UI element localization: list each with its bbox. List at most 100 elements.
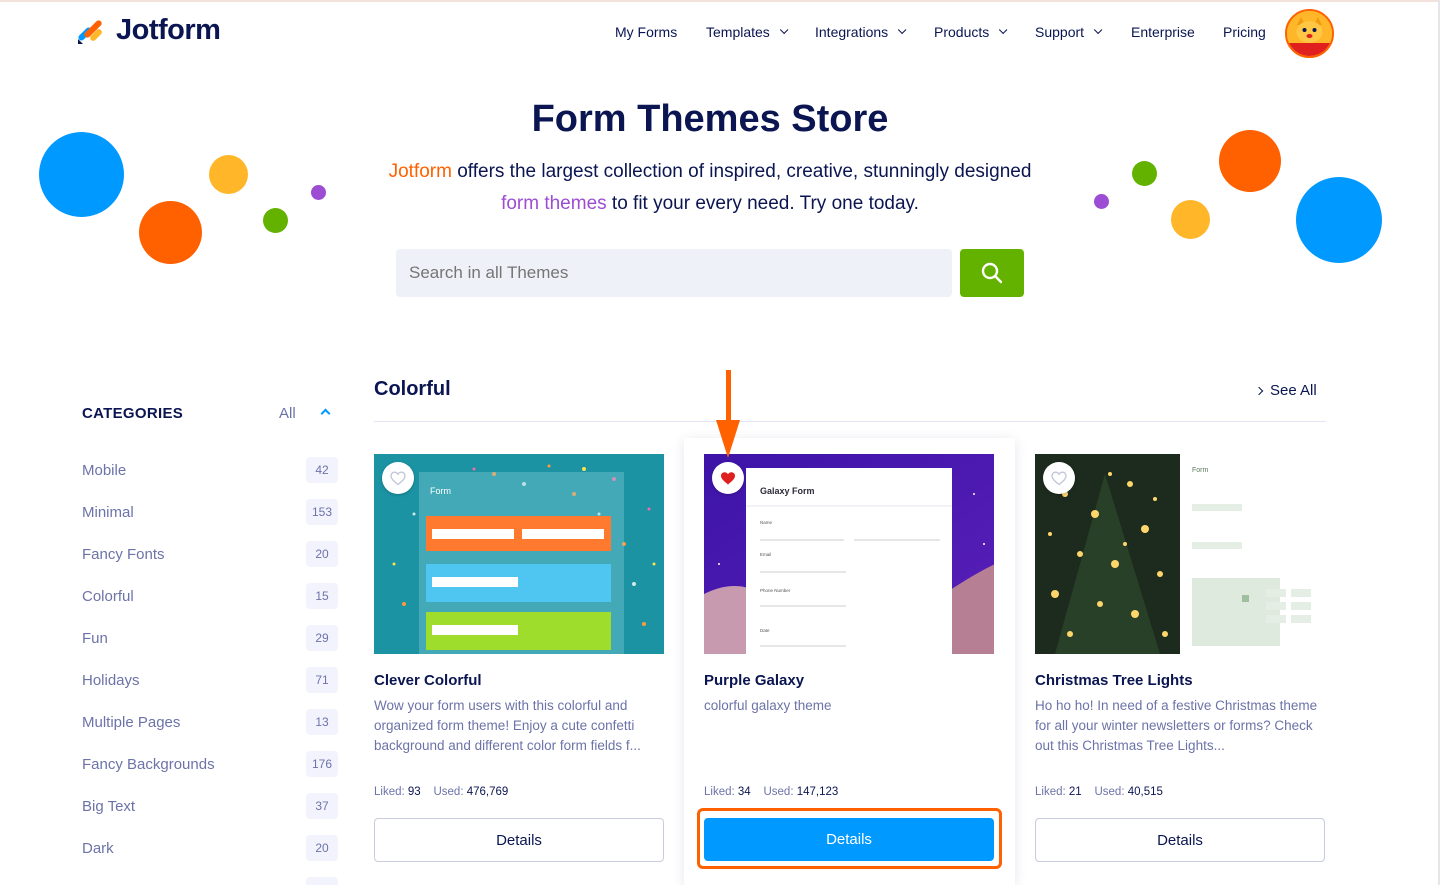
category-label: Mobile <box>82 461 127 479</box>
svg-text:Name: Name <box>760 520 773 525</box>
category-fun[interactable]: Fun 29 <box>82 625 338 651</box>
favorite-button[interactable] <box>712 462 744 494</box>
search-button[interactable] <box>960 249 1024 297</box>
used-label: Used: <box>433 786 464 798</box>
nav-enterprise[interactable]: Enterprise <box>1131 24 1195 40</box>
nav-label: Integrations <box>815 24 889 40</box>
category-label: Big Text <box>82 797 136 815</box>
details-button[interactable]: Details <box>704 818 994 861</box>
nav-label: Pricing <box>1223 24 1266 40</box>
theme-stats: Liked: 21 Used: 40,515 <box>1035 786 1163 798</box>
chevron-down-icon <box>1093 25 1103 35</box>
theme-thumbnail[interactable]: Form <box>1035 454 1325 654</box>
decor-dot <box>39 132 124 217</box>
category-label: Fancy Backgrounds <box>82 755 215 773</box>
annotation-arrow-shaft <box>726 370 731 422</box>
category-count: 20 <box>306 541 338 567</box>
decor-dot <box>1132 161 1157 186</box>
category-count: 15 <box>306 583 338 609</box>
chevron-up-icon[interactable] <box>320 408 331 419</box>
category-holidays[interactable]: Holidays 71 <box>82 667 338 693</box>
nav-my-forms[interactable]: My Forms <box>615 24 677 40</box>
details-button[interactable]: Details <box>1035 818 1325 862</box>
section-divider <box>374 421 1326 422</box>
category-count: 153 <box>306 499 338 525</box>
category-count: 13 <box>306 709 338 735</box>
used-label: Used: <box>763 786 794 798</box>
nav-templates[interactable]: Templates <box>706 24 789 40</box>
category-count: 42 <box>306 457 338 483</box>
top-border <box>0 0 1440 2</box>
category-count: 176 <box>306 751 338 777</box>
categories-heading: CATEGORIES <box>82 405 184 422</box>
svg-text:Email: Email <box>760 552 771 557</box>
christmas-form-preview: Form <box>1035 454 1325 654</box>
category-minimal[interactable]: Minimal 153 <box>82 499 338 525</box>
svg-text:Galaxy Form: Galaxy Form <box>760 486 815 496</box>
liked-count: 93 <box>407 786 421 798</box>
nav-support[interactable]: Support <box>1035 24 1103 40</box>
category-fancy-backgrounds[interactable]: Fancy Backgrounds 176 <box>82 751 338 777</box>
heart-outline-icon <box>1051 470 1067 485</box>
liked-count: 34 <box>737 786 751 798</box>
hero-text-1: offers the largest collection of inspire… <box>451 161 1032 182</box>
details-button[interactable]: Details <box>374 818 664 862</box>
nav-label: Templates <box>706 24 770 40</box>
theme-stats: Liked: 93 Used: 476,769 <box>374 786 508 798</box>
hero-text-2: to fit your every need. Try one today. <box>606 193 919 214</box>
theme-title[interactable]: Christmas Tree Lights <box>1035 672 1193 689</box>
nav-label: My Forms <box>615 24 678 40</box>
category-fancy-fonts[interactable]: Fancy Fonts 20 <box>82 541 338 567</box>
nav-label: Products <box>934 24 990 40</box>
decor-dot <box>139 201 202 264</box>
see-all-link[interactable]: See All <box>1254 382 1317 399</box>
theme-title[interactable]: Purple Galaxy <box>704 672 804 689</box>
category-more[interactable] <box>82 877 338 885</box>
theme-description: colorful galaxy theme <box>704 698 832 713</box>
category-count: 20 <box>306 835 338 861</box>
category-multiple-pages[interactable]: Multiple Pages 13 <box>82 709 338 735</box>
categories-all-link[interactable]: All <box>279 405 296 422</box>
chevron-right-icon <box>1254 386 1264 395</box>
category-colorful[interactable]: Colorful 15 <box>82 583 338 609</box>
theme-stats: Liked: 34 Used: 147,123 <box>704 786 838 798</box>
nav-products[interactable]: Products <box>934 24 1008 40</box>
theme-description: Ho ho ho! In need of a festive Christmas… <box>1035 698 1318 753</box>
category-label: Fun <box>82 629 108 647</box>
theme-thumbnail[interactable]: Form <box>374 454 664 654</box>
decor-dot <box>263 208 288 233</box>
hero-brand-link[interactable]: Jotform <box>389 161 452 182</box>
heart-outline-icon <box>390 470 406 485</box>
form-themes-link[interactable]: form themes <box>501 193 607 214</box>
decor-dot <box>1171 200 1210 239</box>
category-big-text[interactable]: Big Text 37 <box>82 793 338 819</box>
heart-filled-icon <box>721 471 735 484</box>
liked-label: Liked: <box>374 786 405 798</box>
favorite-button[interactable] <box>382 462 414 494</box>
search-icon <box>981 262 1003 284</box>
theme-card-purple-galaxy: Galaxy Form Name Email Phone Number Date Pu… <box>684 438 1015 885</box>
svg-text:Form: Form <box>1192 467 1209 474</box>
theme-thumbnail[interactable]: Galaxy Form Name Email Phone Number Date <box>704 454 994 654</box>
favorite-button[interactable] <box>1043 462 1075 494</box>
theme-card-christmas-tree-lights: Form Christmas Tree Lights Ho ho ho! In … <box>1035 438 1366 885</box>
liked-count: 21 <box>1068 786 1082 798</box>
nav-pricing[interactable]: Pricing <box>1223 24 1266 40</box>
svg-text:Form: Form <box>430 486 451 496</box>
theme-title[interactable]: Clever Colorful <box>374 672 482 689</box>
category-label: Colorful <box>82 587 134 605</box>
liked-label: Liked: <box>1035 786 1066 798</box>
cat-avatar-icon <box>1287 11 1332 56</box>
user-avatar[interactable] <box>1285 9 1334 58</box>
category-mobile[interactable]: Mobile 42 <box>82 457 338 483</box>
chevron-down-icon <box>999 25 1008 35</box>
hero-subtitle: Jotform offers the largest collection of… <box>380 156 1040 220</box>
nav-integrations[interactable]: Integrations <box>815 24 907 40</box>
decor-dot <box>311 185 326 200</box>
confetti-form-preview: Form <box>374 454 664 654</box>
theme-search-input[interactable] <box>396 249 952 297</box>
category-dark[interactable]: Dark 20 <box>82 835 338 861</box>
nav-label: Enterprise <box>1131 24 1195 40</box>
category-label: Holidays <box>82 671 140 689</box>
decor-dot <box>1296 177 1382 263</box>
